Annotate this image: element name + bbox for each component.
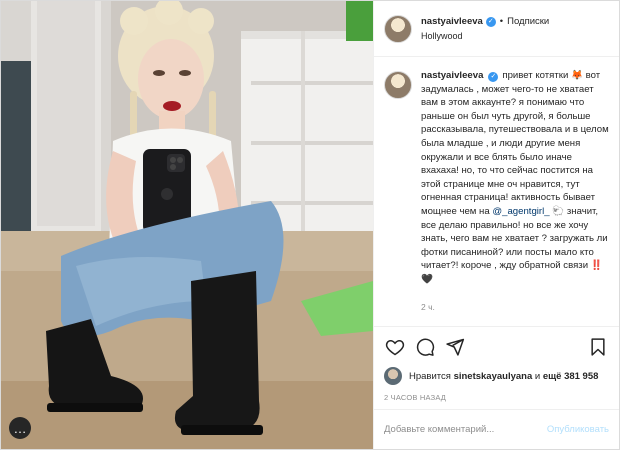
publish-button[interactable]: Опубликовать: [547, 424, 609, 435]
action-bar: [374, 327, 619, 367]
comment-icon: [416, 338, 435, 356]
liker-username-link[interactable]: sinetskayaulyana: [454, 371, 533, 382]
caption-avatar[interactable]: [384, 71, 412, 99]
caption-area: nastyaivleeva ✓ привет котятки 🦊 вот задум…: [374, 57, 619, 327]
verified-badge-icon: ✓: [488, 72, 499, 82]
comment-form: Опубликовать: [374, 409, 619, 449]
separator: •: [499, 15, 504, 27]
following-button[interactable]: Подписки: [507, 15, 549, 29]
caption-username-link[interactable]: nastyaivleeva: [421, 70, 483, 81]
header-text: nastyaivleeva ✓ • Подписки Hollywood: [421, 15, 549, 43]
likes-middle: и: [534, 370, 541, 382]
bookmark-icon: [591, 338, 605, 356]
avatar[interactable]: [384, 14, 412, 43]
like-button[interactable]: [384, 336, 406, 358]
comment-input[interactable]: [384, 424, 547, 435]
photo-illustration: [1, 1, 373, 449]
verified-badge-icon: ✓: [485, 16, 496, 27]
comment-button[interactable]: [414, 336, 436, 358]
heart-icon: [385, 339, 405, 356]
location-link[interactable]: Hollywood: [421, 29, 549, 43]
caption-text: nastyaivleeva ✓ привет котятки 🦊 вот задум…: [421, 69, 609, 314]
post-photo[interactable]: …: [1, 1, 373, 449]
likes-row: Нравится sinetskayaulyana и ещё 381 958: [374, 367, 619, 385]
username-link[interactable]: nastyaivleeva: [421, 15, 483, 29]
post-header: nastyaivleeva ✓ • Подписки Hollywood: [374, 1, 619, 57]
caption-row: nastyaivleeva ✓ привет котятки 🦊 вот задум…: [384, 69, 609, 314]
share-button[interactable]: [444, 336, 466, 358]
post-sidebar: nastyaivleeva ✓ • Подписки Hollywood nas…: [373, 1, 619, 449]
likes-prefix: Нравится: [409, 370, 451, 382]
likes-count-link[interactable]: ещё 381 958: [543, 371, 599, 382]
header-line: nastyaivleeva ✓ • Подписки: [421, 15, 549, 29]
share-icon: [446, 338, 465, 356]
post-date: 2 ЧАСОВ НАЗАД: [384, 393, 447, 402]
caption-part-1: привет котятки 🦊 вот задумалась , может …: [421, 70, 609, 217]
mention-link[interactable]: @_agentgirl_: [492, 206, 549, 217]
liker-avatar[interactable]: [384, 367, 402, 385]
more-icon[interactable]: …: [9, 417, 31, 439]
time-ago: 2 ч.: [421, 301, 435, 312]
save-button[interactable]: [587, 336, 609, 358]
caption-part-2: 🐑 значит, все делаю правильно! но все же…: [421, 205, 608, 285]
instagram-post: … nastyaivleeva ✓ • Подписки Hollywood n…: [0, 0, 620, 450]
